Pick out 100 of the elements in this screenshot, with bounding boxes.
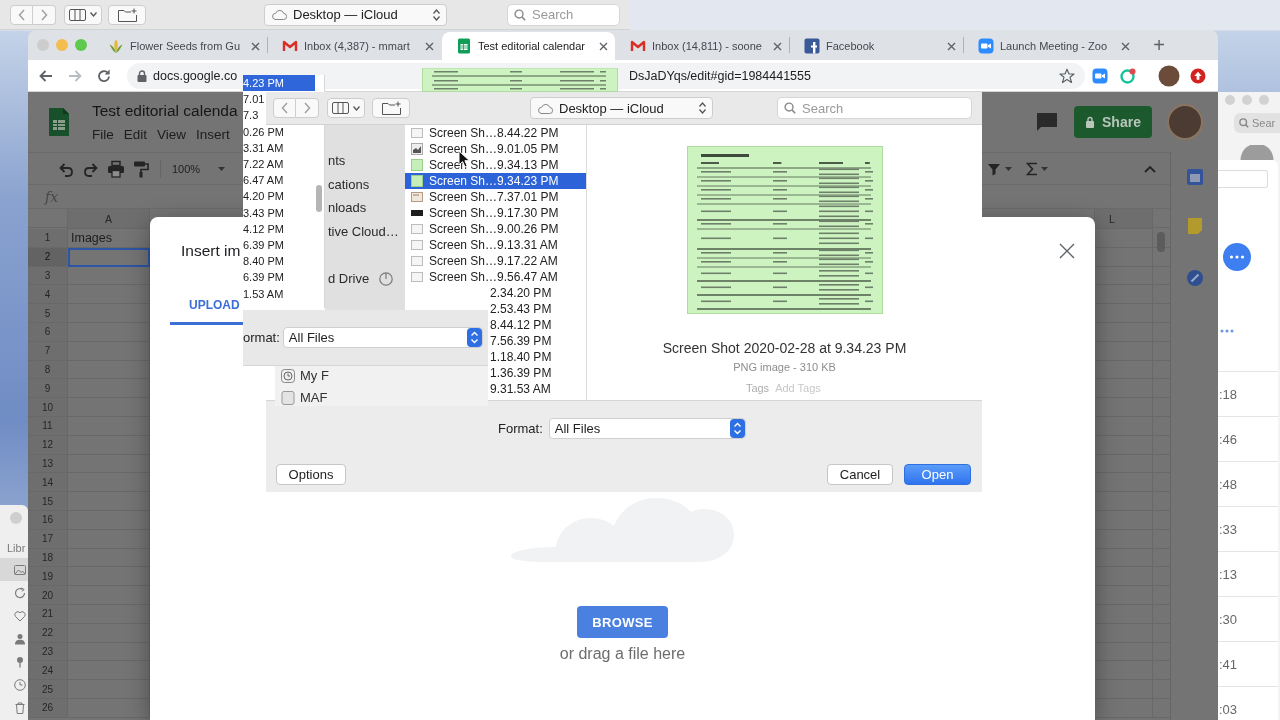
view-button[interactable] (327, 98, 365, 118)
list-item[interactable]: 3.43 PM (243, 204, 284, 221)
search-field[interactable]: Search (777, 97, 972, 119)
close-icon[interactable] (1059, 243, 1075, 259)
browser-tab[interactable]: Inbox (4,387) - mmart (268, 32, 441, 60)
chevron-left-icon (281, 102, 288, 114)
sidebar-item[interactable]: nts (328, 149, 405, 173)
list-item[interactable]: 3.31 AM (243, 139, 284, 156)
star-icon[interactable] (1059, 67, 1075, 84)
browser-tab[interactable]: Inbox (14,811) - soone (616, 32, 789, 60)
menu-item[interactable]: View (157, 126, 187, 144)
menu-item[interactable]: Insert (196, 126, 230, 144)
list-item[interactable]: 2.34.20 PM (490, 286, 552, 300)
browser-tab[interactable]: Test editorial calendar (442, 32, 615, 60)
browser-tab[interactable]: Facebook (790, 32, 963, 60)
list-item[interactable]: 1.53 AM (243, 285, 284, 302)
ring-icon[interactable] (1120, 67, 1136, 84)
list-item[interactable]: 1.18.40 PM (490, 350, 552, 364)
open-button[interactable]: Open (904, 464, 971, 485)
list-item[interactable]: 0.26 PM (243, 123, 284, 140)
list-item[interactable]: 2.53.43 PM (490, 302, 552, 316)
scrollbar-thumb[interactable] (316, 185, 322, 212)
location-popup[interactable]: Desktop — iCloud (530, 97, 713, 119)
avatar[interactable] (1158, 64, 1180, 87)
tasks-icon[interactable] (1185, 269, 1204, 287)
close-icon[interactable] (425, 41, 434, 51)
list-item[interactable]: 9.31.53 AM (490, 382, 551, 396)
paint-roller-icon[interactable] (132, 159, 150, 178)
list-item[interactable]: Screen Sh…9.34.23 PM (405, 173, 586, 189)
chevron-up-icon[interactable] (1144, 164, 1156, 173)
list-item[interactable]: 6.39 PM (243, 269, 284, 286)
format-dropdown[interactable]: All Files (548, 417, 746, 439)
sidebar-item[interactable]: tive Cloud… (328, 219, 405, 243)
list-item[interactable]: Screen Sh…9.56.47 AM (405, 269, 586, 285)
list-item[interactable]: 7.22 AM (243, 155, 284, 173)
close-icon[interactable] (1121, 41, 1130, 51)
file-icon (411, 239, 423, 251)
location-popup[interactable]: Desktop — iCloud (264, 3, 447, 26)
video-camera-icon[interactable] (1092, 67, 1108, 84)
list-item[interactable]: Screen Sh…8.44.22 PM (405, 125, 586, 141)
comment-icon[interactable] (1036, 112, 1058, 132)
close-icon[interactable] (599, 41, 608, 51)
list-item[interactable]: 4.12 PM (243, 220, 284, 237)
sidebar-item[interactable]: cations (328, 172, 405, 196)
list-item[interactable]: Screen Sh…9.17.30 PM (405, 205, 586, 221)
new-folder-button[interactable] (108, 4, 146, 25)
calendar-icon[interactable] (1185, 168, 1204, 186)
scrollbar-thumb[interactable] (1157, 232, 1165, 252)
close-icon[interactable] (251, 41, 260, 51)
filter-icon[interactable] (987, 161, 1001, 176)
more-icon[interactable] (1220, 329, 1234, 333)
back-button[interactable] (10, 4, 33, 25)
print-icon[interactable] (107, 159, 125, 178)
close-icon[interactable] (947, 41, 956, 51)
table-cell[interactable] (68, 247, 150, 267)
view-button[interactable] (64, 4, 102, 25)
search-field[interactable]: Search (507, 3, 620, 26)
sidebar-item[interactable]: My F (275, 367, 488, 384)
note-icon[interactable] (1185, 217, 1204, 235)
close-icon[interactable] (773, 41, 782, 51)
browse-button[interactable]: BROWSE (577, 606, 668, 638)
spreadsheet-logo-icon[interactable] (48, 107, 70, 137)
menu-item[interactable]: Edit (123, 126, 148, 144)
forward-button[interactable] (33, 4, 56, 25)
back-button[interactable] (273, 98, 296, 118)
list-item[interactable]: 8.44.12 PM (490, 318, 552, 332)
table-cell[interactable]: Images (68, 229, 150, 248)
list-item[interactable]: 1.36.39 PM (490, 366, 552, 380)
sidebar-item[interactable]: MAF (275, 389, 488, 406)
list-item[interactable]: 8.40 PM (243, 253, 284, 270)
sidebar-item[interactable] (0, 558, 28, 581)
more-icon[interactable] (1223, 243, 1251, 271)
options-button[interactable]: Options (276, 464, 346, 485)
browser-tab[interactable]: Launch Meeting - Zoo (964, 32, 1137, 60)
list-item[interactable]: 4.23 PM (243, 75, 315, 92)
sidebar-item[interactable]: nloads (328, 196, 405, 220)
list-item[interactable]: Screen Sh…7.37.01 PM (405, 189, 586, 205)
document-title[interactable]: Test editorial calenda (92, 100, 238, 122)
list-item[interactable]: Screen Sh…9.13.31 AM (405, 237, 586, 253)
list-item[interactable]: 6.47 AM (243, 172, 284, 189)
zoom-menu[interactable]: 100% (172, 162, 201, 175)
list-item[interactable]: Screen Sh…9.00.26 PM (405, 221, 586, 237)
browser-tab[interactable]: Flower Seeds from Gu (94, 32, 267, 60)
forward-button[interactable] (296, 98, 319, 118)
list-item[interactable]: Screen Sh…9.01.05 PM (405, 141, 586, 157)
list-item[interactable]: 7.01 (243, 91, 265, 108)
new-folder-button[interactable] (372, 98, 410, 118)
list-item[interactable]: 6.39 PM (243, 236, 284, 254)
list-item[interactable]: Screen Sh…9.17.22 AM (405, 253, 586, 269)
sidebar-item[interactable]: d Drive (328, 267, 405, 291)
menu-item[interactable]: File (92, 126, 114, 144)
list-item[interactable]: 7.3 (243, 107, 259, 124)
cancel-button[interactable]: Cancel (827, 464, 893, 485)
new-tab-button[interactable]: + (1145, 31, 1173, 59)
format-dropdown[interactable]: All Files (282, 327, 483, 348)
share-button[interactable]: Share (1074, 106, 1152, 138)
search-field[interactable]: Sear (1234, 113, 1280, 133)
list-item[interactable]: 4.20 PM (243, 188, 284, 205)
list-item[interactable]: 7.56.39 PM (490, 334, 552, 348)
sigma-icon[interactable] (1026, 161, 1038, 176)
